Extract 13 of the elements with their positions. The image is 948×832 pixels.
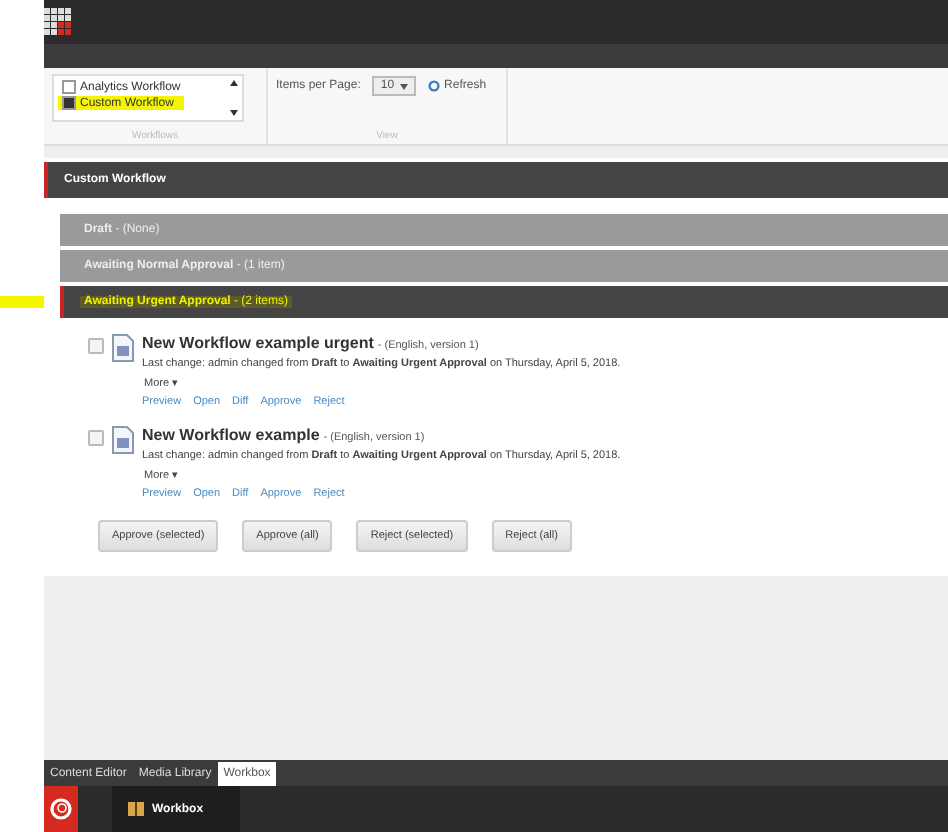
document-icon [112, 426, 134, 454]
item-checkbox[interactable] [88, 430, 104, 446]
app-grid-icon[interactable] [44, 8, 72, 36]
logo-icon[interactable] [50, 798, 72, 820]
item-title: New Workflow example [142, 426, 320, 444]
item-title: New Workflow example urgent [142, 334, 374, 352]
document-icon [112, 334, 134, 362]
book-icon [128, 802, 144, 816]
scroll-arrows-icon[interactable] [230, 78, 238, 118]
item-checkbox[interactable] [88, 338, 104, 354]
highlight-marker [0, 296, 44, 308]
caret-icon [400, 84, 409, 90]
refresh-icon [428, 80, 441, 92]
